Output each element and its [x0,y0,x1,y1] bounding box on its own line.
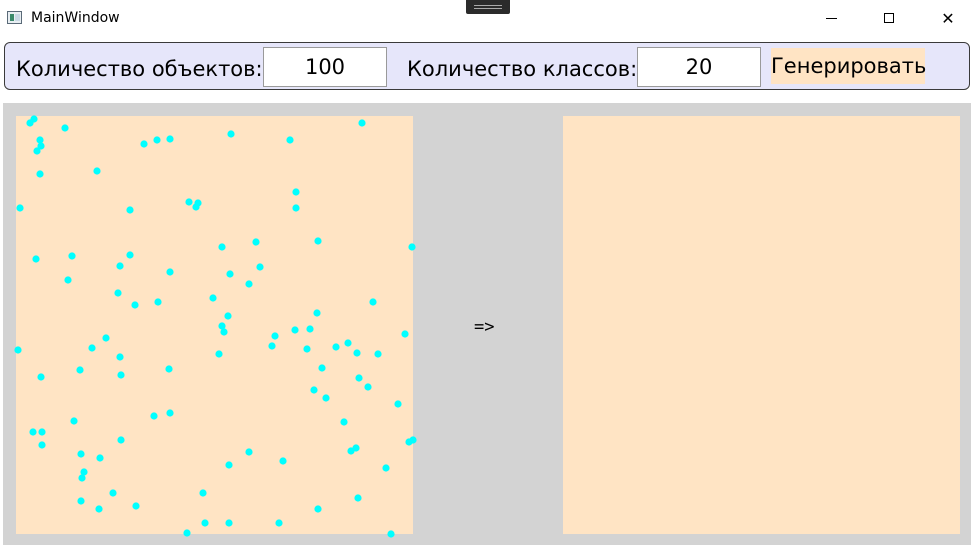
object-point [318,364,326,372]
object-point [355,374,363,382]
object-point [347,447,355,455]
object-point [154,298,162,306]
object-point [109,489,117,497]
object-point [220,328,228,336]
object-point [16,204,24,212]
object-point [14,346,22,354]
object-point [310,386,318,394]
object-point [140,140,148,148]
object-point [354,494,362,502]
object-point [116,262,124,270]
object-point [215,350,223,358]
object-point [401,330,409,338]
object-point [37,373,45,381]
object-point [114,289,122,297]
object-point [358,119,366,127]
object-point [194,199,202,207]
object-point [291,326,299,334]
object-point [344,339,352,347]
object-point [166,268,174,276]
object-point [394,400,402,408]
object-point [340,418,348,426]
object-point [225,519,233,527]
object-point [117,436,125,444]
object-point [353,349,361,357]
object-point [226,270,234,278]
object-point [77,450,85,458]
object-point [165,365,173,373]
object-point [29,428,37,436]
object-point [332,343,340,351]
object-point [77,497,85,505]
object-point [36,136,44,144]
object-point [271,332,279,340]
object-point [61,124,69,132]
object-point [153,136,161,144]
object-point [166,409,174,417]
object-point [132,502,140,510]
object-point [279,457,287,465]
object-point [30,115,38,123]
object-point [201,519,209,527]
object-point [36,170,44,178]
object-point [38,428,46,436]
object-point [292,204,300,212]
object-point [116,353,124,361]
object-point [245,448,253,456]
object-point [364,383,372,391]
object-point [102,334,110,342]
object-point [314,237,322,245]
object-point [224,312,232,320]
object-point [183,529,191,537]
object-point [382,464,390,472]
object-point [275,519,283,527]
object-point [256,263,264,271]
object-point [38,441,46,449]
object-point [131,301,139,309]
object-point [64,276,72,284]
object-point [314,505,322,513]
object-point [245,280,253,288]
object-point [95,505,103,513]
object-point [150,412,158,420]
object-point [227,130,235,138]
object-point [76,366,84,374]
object-point [96,454,104,462]
object-point [68,252,76,260]
object-point [218,243,226,251]
object-point [322,394,330,402]
object-point [387,530,395,538]
object-point [408,243,416,251]
object-point [88,344,96,352]
object-point [209,294,217,302]
object-point [252,238,260,246]
object-point [199,489,207,497]
object-point [166,135,174,143]
object-point [313,309,321,317]
object-point [126,206,134,214]
object-point [409,436,417,444]
object-point [306,325,314,333]
object-point [117,371,125,379]
object-point [93,167,101,175]
object-point [303,345,311,353]
object-point [369,298,377,306]
object-point [32,255,40,263]
object-point [286,136,294,144]
points-layer [14,115,417,538]
object-point [292,188,300,196]
object-point [185,198,193,206]
object-point [126,251,134,259]
object-point [78,474,86,482]
object-point [374,350,382,358]
object-point [70,417,78,425]
object-point [33,147,41,155]
object-point [268,342,276,350]
object-point [225,461,233,469]
